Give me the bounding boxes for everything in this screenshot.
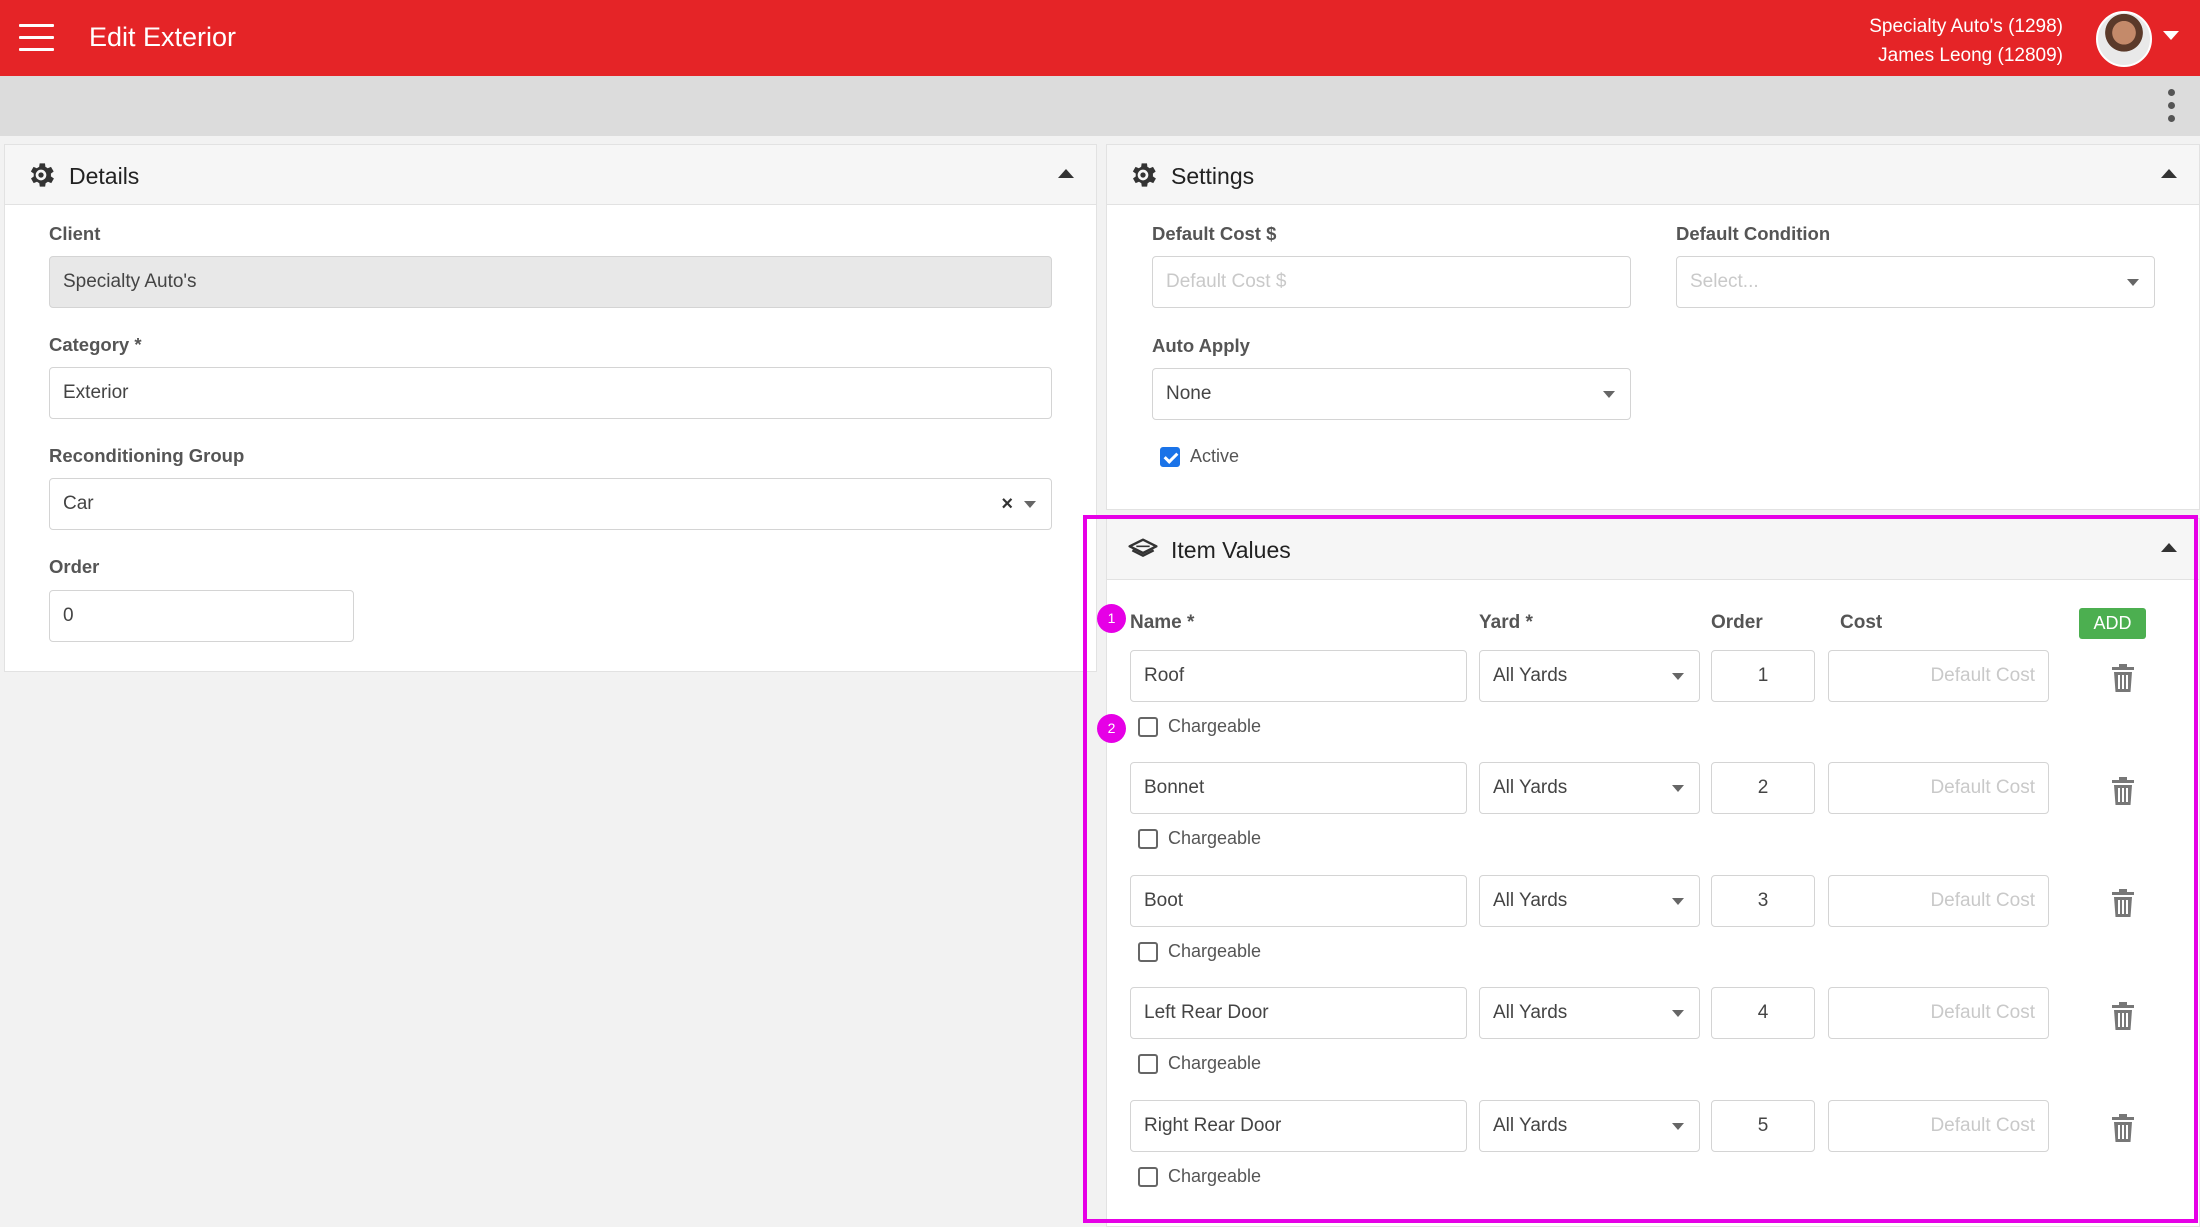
column-header-name: Name * [1130,612,1195,633]
item-values-panel-header[interactable]: Item Values [1107,519,2199,580]
step-badge-2: 2 [1097,714,1126,743]
chargeable-label: Chargeable [1168,1053,1262,1073]
chargeable-checkbox[interactable] [1138,717,1158,737]
column-header-order: Order [1711,612,1763,633]
chargeable-checkbox[interactable] [1138,1167,1158,1187]
auto-apply-label: Auto Apply [1152,335,1250,356]
item-cost-input[interactable]: Default Cost [1828,1100,2049,1152]
trash-icon[interactable] [2112,664,2134,692]
item-name-input[interactable]: Left Rear Door [1130,987,1467,1039]
settings-panel: Settings [1106,144,2200,510]
dropdown-arrow-icon[interactable] [1672,1123,1684,1130]
item-name-input[interactable]: Right Rear Door [1130,1100,1467,1152]
default-condition-select[interactable]: Select... [1676,256,2155,308]
item-order-input[interactable]: 5 [1711,1100,1815,1152]
category-field[interactable]: Exterior [49,367,1052,419]
gear-icon [30,163,54,187]
reconditioning-group-label: Reconditioning Group [49,445,245,466]
details-panel-header[interactable]: Details [5,145,1096,205]
item-name-input[interactable]: Bonnet [1130,762,1467,814]
category-label: Category * [49,334,142,355]
settings-panel-header[interactable]: Settings [1107,145,2199,205]
item-name-input[interactable]: Boot [1130,875,1467,927]
collapse-icon[interactable] [2161,169,2177,178]
account-user: James Leong (12809) [1878,45,2063,66]
dropdown-arrow-icon[interactable] [1672,673,1684,680]
trash-icon[interactable] [2112,1002,2134,1030]
default-condition-placeholder: Select... [1690,271,1759,292]
item-yard-value: All Yards [1493,1002,1568,1023]
gear-icon [1132,163,1156,187]
item-cost-input[interactable]: Default Cost [1828,987,2049,1039]
item-yard-select[interactable]: All Yards [1479,875,1700,927]
account-client: Specialty Auto's (1298) [1869,16,2063,37]
item-order-input[interactable]: 4 [1711,987,1815,1039]
item-cost-input[interactable]: Default Cost [1828,875,2049,927]
add-button[interactable]: ADD [2079,608,2146,639]
item-yard-select[interactable]: All Yards [1479,1100,1700,1152]
settings-title: Settings [1171,163,1255,189]
order-field[interactable]: 0 [49,590,354,642]
item-yard-select[interactable]: All Yards [1479,650,1700,702]
dropdown-arrow-icon[interactable] [2127,279,2139,286]
details-title: Details [69,163,140,189]
layers-icon [1128,538,1158,557]
chargeable-label: Chargeable [1168,716,1262,736]
item-yard-value: All Yards [1493,665,1568,686]
item-yard-select[interactable]: All Yards [1479,762,1700,814]
dropdown-arrow-icon[interactable] [1603,391,1615,398]
chargeable-label: Chargeable [1168,941,1262,961]
clear-icon[interactable]: × [1001,479,1013,529]
item-order-input[interactable]: 3 [1711,875,1815,927]
dropdown-arrow-icon[interactable] [1672,1010,1684,1017]
active-label: Active [1190,446,1240,466]
avatar[interactable] [2096,11,2152,67]
account-info[interactable]: Specialty Auto's (1298) James Leong (128… [1869,12,2063,70]
item-cost-input[interactable]: Default Cost [1828,762,2049,814]
dropdown-arrow-icon[interactable] [1024,501,1036,508]
item-yard-value: All Yards [1493,1115,1568,1136]
chargeable-label: Chargeable [1168,1166,1262,1186]
client-field: Specialty Auto's [49,256,1052,308]
toolbar [0,76,2200,136]
reconditioning-group-select[interactable]: Car × [49,478,1052,530]
collapse-icon[interactable] [2161,543,2177,552]
client-label: Client [49,223,101,244]
item-yard-value: All Yards [1493,890,1568,911]
page-title: Edit Exterior [89,22,237,52]
item-yard-value: All Yards [1493,777,1568,798]
item-values-title: Item Values [1171,537,1291,563]
step-badge-1: 1 [1097,604,1126,633]
chargeable-checkbox[interactable] [1138,942,1158,962]
default-cost-label: Default Cost $ [1152,223,1277,244]
dropdown-arrow-icon[interactable] [1672,785,1684,792]
chevron-down-icon[interactable] [2163,31,2179,40]
reconditioning-group-value: Car [63,493,94,514]
menu-icon[interactable] [19,24,54,51]
item-name-input[interactable]: Roof [1130,650,1467,702]
trash-icon[interactable] [2112,1114,2134,1142]
trash-icon[interactable] [2112,777,2134,805]
dropdown-arrow-icon[interactable] [1672,898,1684,905]
chargeable-label: Chargeable [1168,828,1262,848]
column-header-yard: Yard * [1479,612,1533,633]
column-header-cost: Cost [1840,612,1883,633]
item-yard-select[interactable]: All Yards [1479,987,1700,1039]
auto-apply-value: None [1166,383,1212,404]
item-cost-input[interactable]: Default Cost [1828,650,2049,702]
trash-icon[interactable] [2112,889,2134,917]
chargeable-checkbox[interactable] [1138,1054,1158,1074]
active-checkbox[interactable] [1160,447,1180,467]
default-condition-label: Default Condition [1676,223,1831,244]
chargeable-checkbox[interactable] [1138,829,1158,849]
order-label: Order [49,556,100,577]
more-vert-icon[interactable] [2168,89,2176,123]
top-app-bar: Edit Exterior Specialty Auto's (1298) Ja… [0,0,2200,76]
collapse-icon[interactable] [1058,169,1074,178]
item-order-input[interactable]: 1 [1711,650,1815,702]
item-order-input[interactable]: 2 [1711,762,1815,814]
auto-apply-select[interactable]: None [1152,368,1631,420]
default-cost-input[interactable]: Default Cost $ [1152,256,1631,308]
